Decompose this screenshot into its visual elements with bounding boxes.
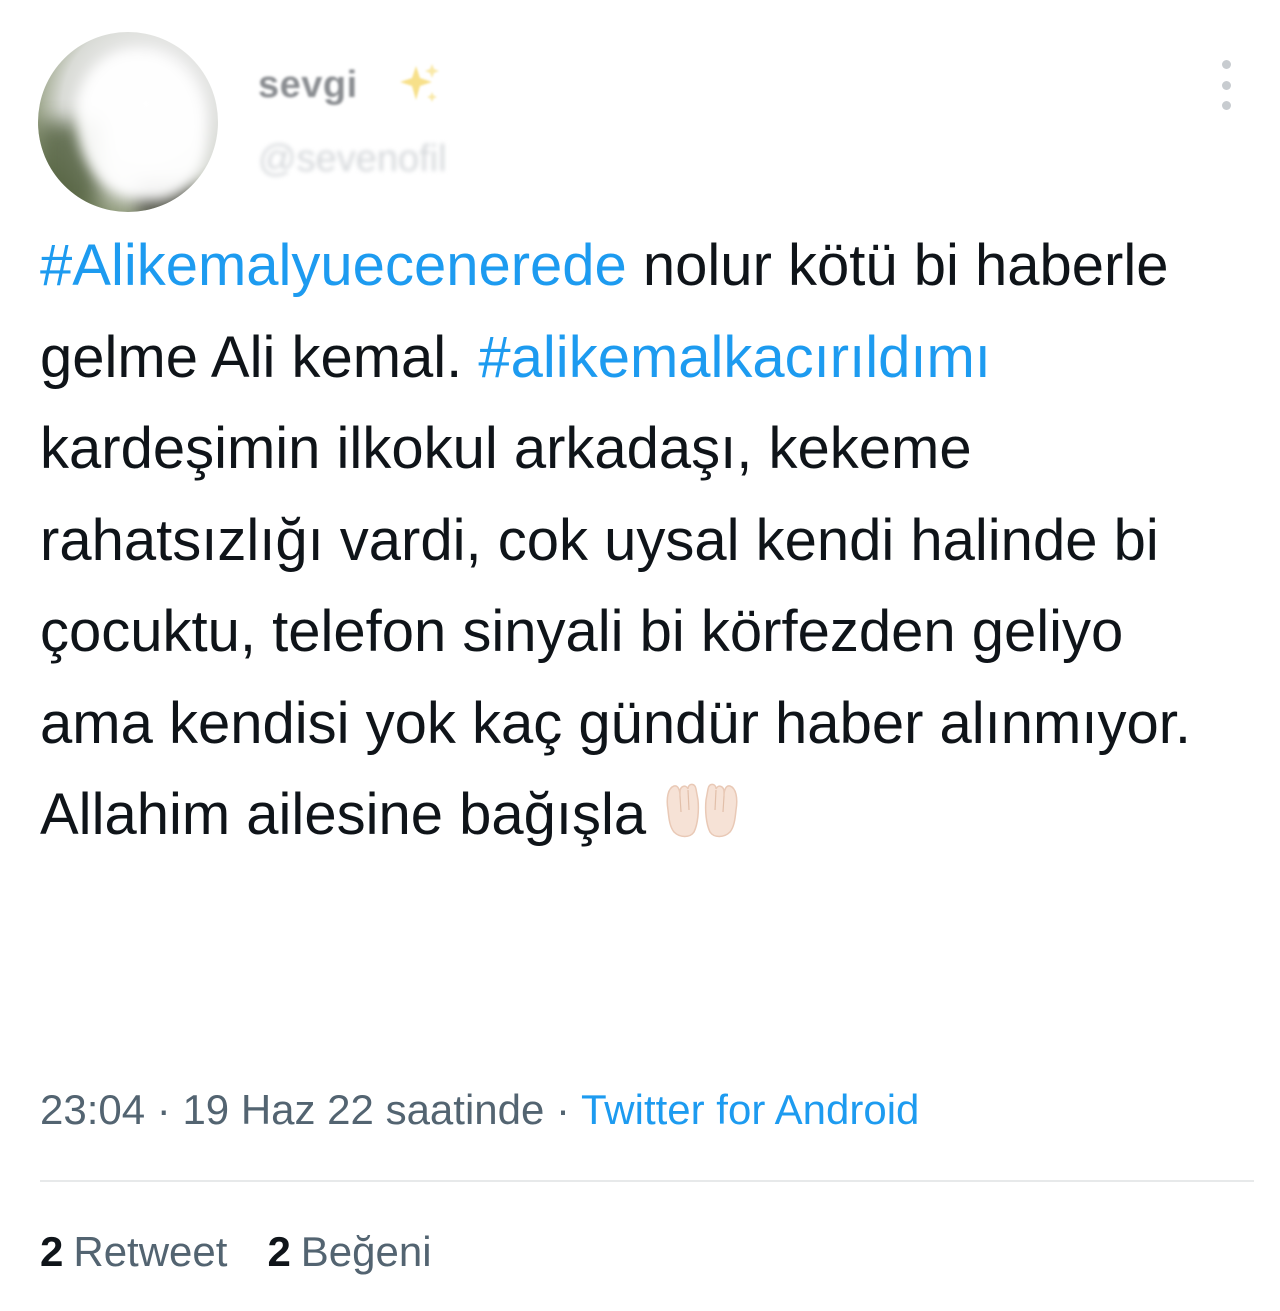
retweets-label: Retweet [73, 1228, 228, 1275]
meta-separator: · [544, 1086, 581, 1133]
retweets-count: 2 [40, 1228, 64, 1275]
more-options-dot [1221, 101, 1231, 110]
tweet-date[interactable]: 19 Haz 22 saatinde [182, 1086, 544, 1133]
tweet-metadata: 23:04 · 19 Haz 22 saatinde · Twitter for… [40, 1086, 919, 1134]
source-link[interactable]: Twitter for Android [581, 1086, 919, 1133]
meta-separator: · [145, 1086, 183, 1133]
likes-label: Beğeni [300, 1228, 432, 1275]
more-options-dot [1221, 80, 1231, 90]
likes-count: 2 [267, 1228, 291, 1275]
folded-hands-icon [666, 783, 738, 838]
divider [40, 1180, 1254, 1182]
display-name[interactable]: sevgi [258, 64, 358, 107]
retweets-stat[interactable]: 2 Retweet [40, 1228, 227, 1275]
tweet: sevgi @sevenofil #Alikemalyuecenerede no… [0, 0, 1280, 1311]
engagement-stats: 2 Retweet 2 Beğeni [40, 1228, 432, 1276]
more-options-button[interactable] [1206, 60, 1246, 110]
user-handle[interactable]: @sevenofil [258, 138, 447, 181]
tweet-time[interactable]: 23:04 [40, 1086, 145, 1133]
more-options-dot [1221, 60, 1231, 69]
hashtag-link[interactable]: #Alikemalyuecenerede [40, 233, 627, 298]
tweet-text: #Alikemalyuecenerede nolur kötü bi haber… [40, 220, 1240, 861]
avatar[interactable] [38, 32, 218, 212]
hashtag-link[interactable]: #alikemalkacırıldımı [478, 325, 990, 390]
likes-stat[interactable]: 2 Beğeni [267, 1228, 431, 1275]
sparkles-icon [400, 64, 439, 102]
tweet-text-segment: kardeşimin ilkokul arkadaşı, kekeme raha… [40, 416, 1191, 847]
